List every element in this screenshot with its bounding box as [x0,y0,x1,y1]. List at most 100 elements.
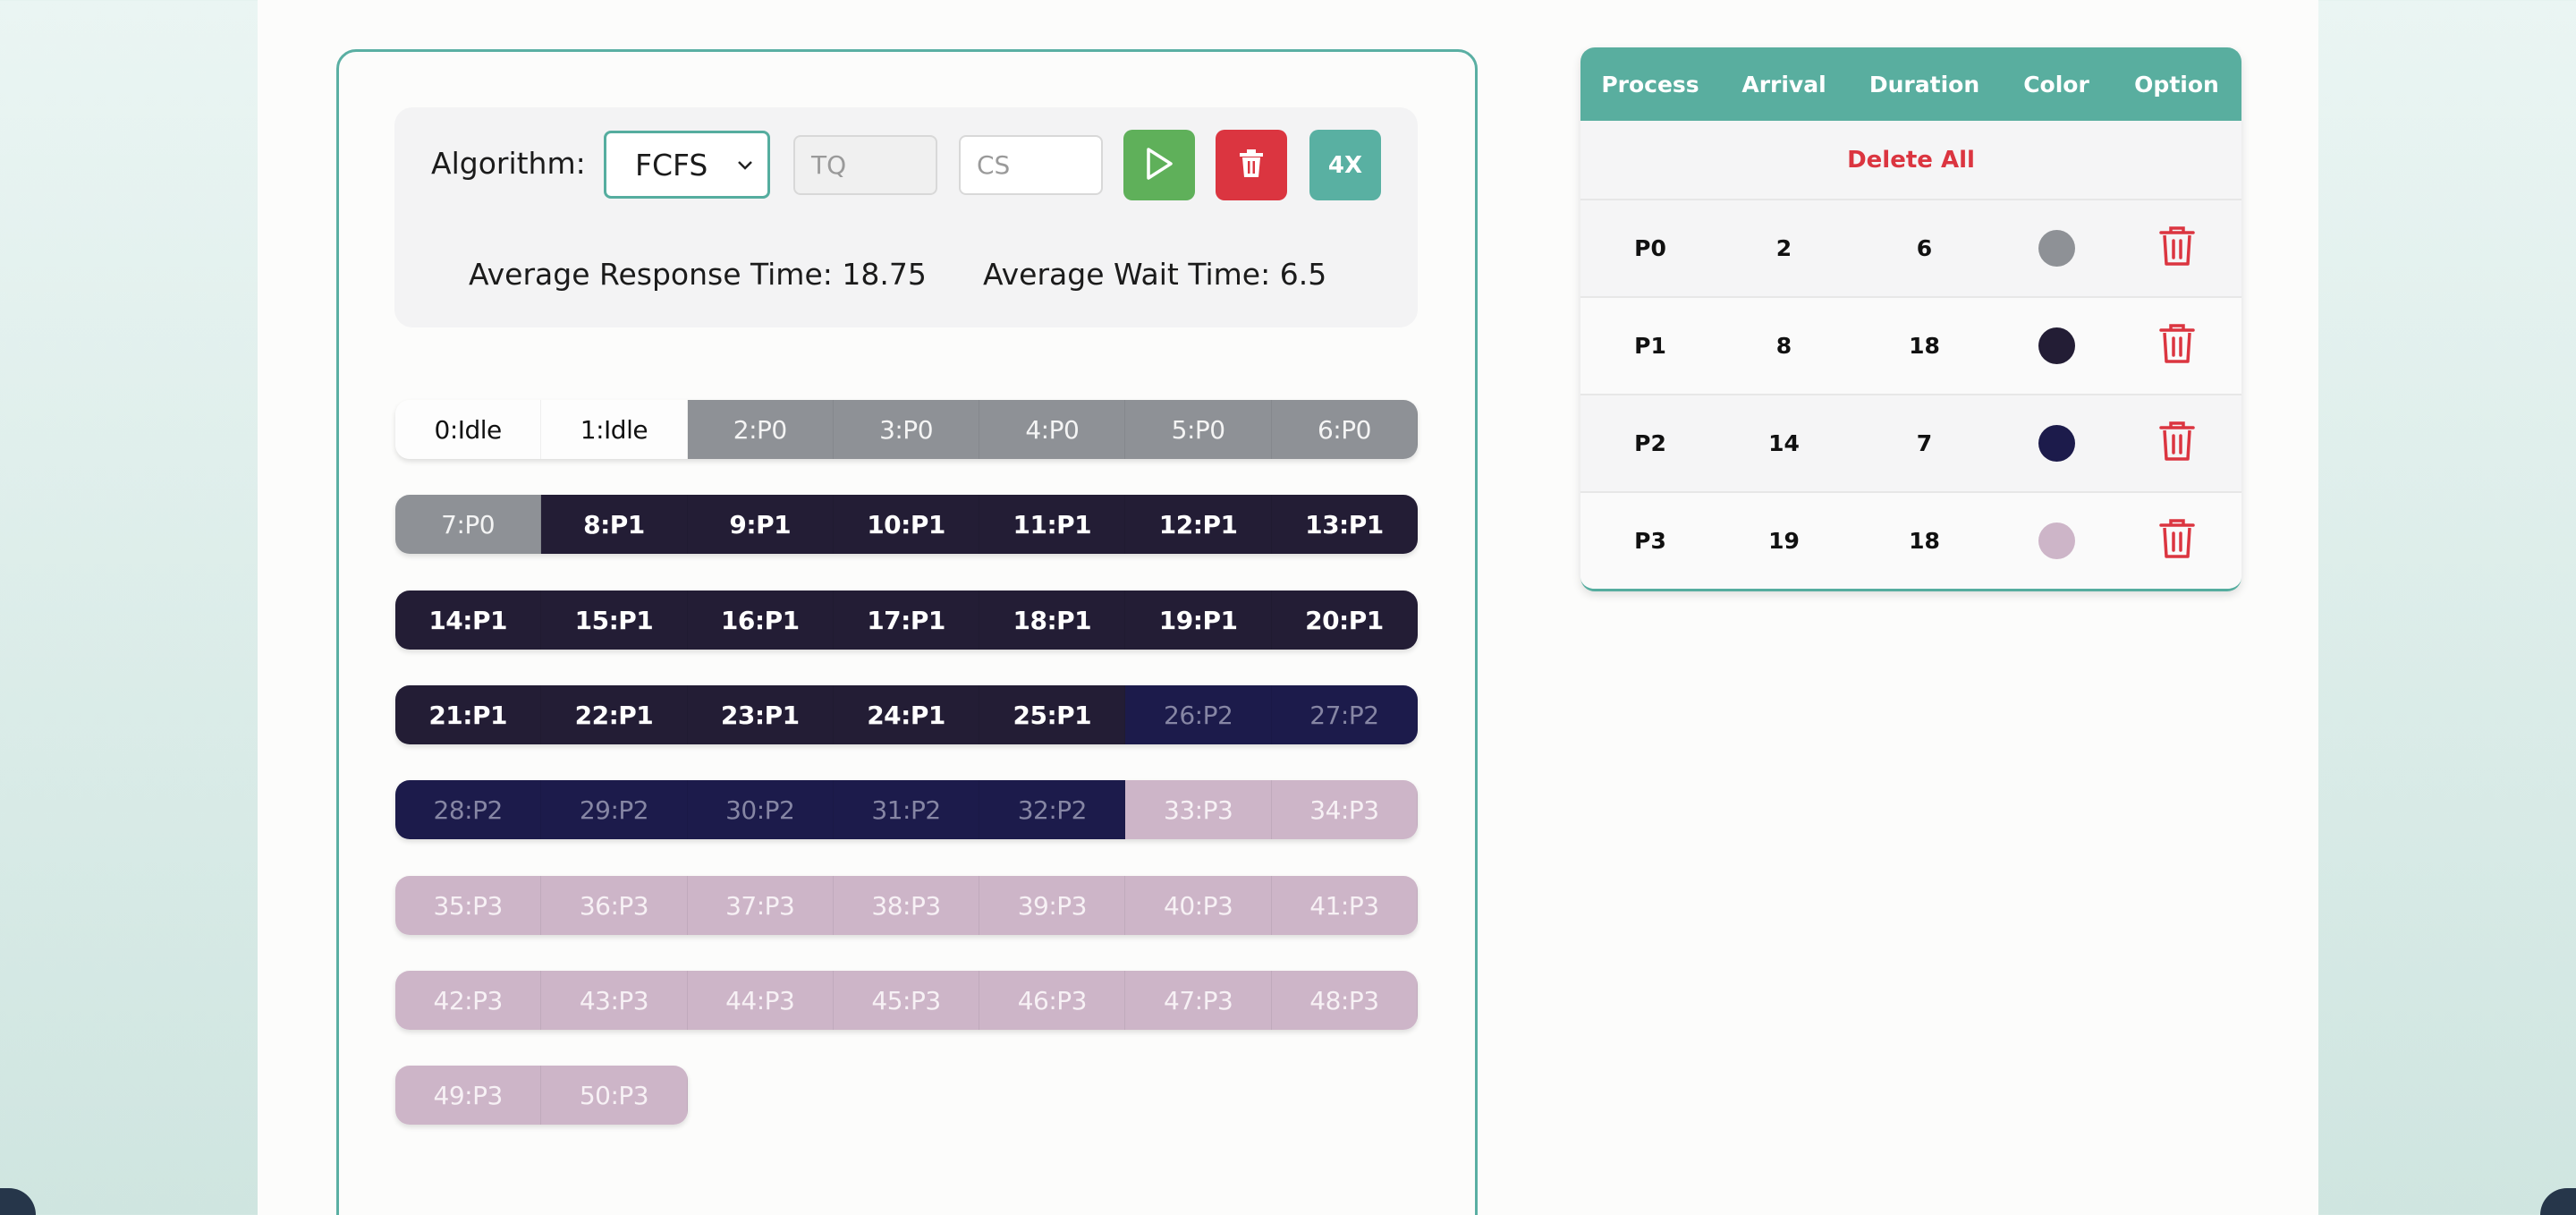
cs-input[interactable]: CS [959,135,1103,195]
timeline-cell: 27:P2 [1271,685,1419,744]
timeline-cell: 2:P0 [687,400,834,459]
color-cell [2001,425,2112,462]
table-row: P3 19 18 [1580,493,2241,589]
table-header: Process Arrival Duration Color Option [1580,47,2241,121]
duration-cell: 18 [1909,528,1940,554]
timeline-cell: 38:P3 [833,876,980,935]
delete-all-button[interactable]: Delete All [1847,147,1975,174]
timeline-row: 21:P1 22:P1 23:P1 24:P1 25:P1 26:P2 27:P2 [395,685,1419,744]
algorithm-select[interactable]: FCFS [604,131,770,199]
timeline-cell: 41:P3 [1271,876,1419,935]
timeline-cell: 40:P3 [1125,876,1272,935]
trash-icon [2158,518,2195,558]
duration-cell: 18 [1909,333,1940,359]
trash-icon [2158,421,2195,461]
header-arrival: Arrival [1741,71,1826,98]
timeline-cell: 16:P1 [687,591,834,650]
play-icon [1144,147,1174,184]
trash-icon [2158,225,2195,266]
timeline-cell: 48:P3 [1271,971,1419,1030]
process-cell: P2 [1634,430,1666,456]
arrival-cell: 19 [1768,528,1800,554]
timeline-cell: 28:P2 [395,780,542,839]
timeline-cell: 39:P3 [979,876,1126,935]
tq-input[interactable]: TQ [793,135,937,195]
timeline-cell: 15:P1 [541,591,688,650]
average-response-time: Average Response Time: 18.75 [469,257,927,292]
timeline-cell: 44:P3 [687,971,834,1030]
timeline-cell: 33:P3 [1125,780,1272,839]
timeline-cell: 11:P1 [979,495,1126,554]
option-cell [2112,517,2241,565]
timeline-cell: 36:P3 [541,876,688,935]
delete-process-button[interactable] [2157,225,2197,273]
timeline-cell: 9:P1 [687,495,834,554]
process-cell: P0 [1634,235,1666,261]
timeline-cell: 30:P2 [687,780,834,839]
option-cell [2112,420,2241,468]
timeline-cell: 0:Idle [395,400,542,459]
color-cell [2001,523,2112,559]
arrival-cell: 14 [1768,430,1800,456]
clear-button[interactable] [1216,130,1287,200]
delete-process-button[interactable] [2157,322,2197,370]
header-color: Color [2023,71,2089,98]
timeline-cell: 8:P1 [541,495,688,554]
arrival-cell: 8 [1775,333,1792,359]
table-body: P0 2 6 P1 8 18 P2 14 7 P3 19 18 [1580,200,2241,589]
timeline-cell: 29:P2 [541,780,688,839]
timeline-cell: 6:P0 [1271,400,1419,459]
trash-icon [1238,149,1265,183]
duration-cell: 7 [1916,430,1933,456]
timeline-cell: 23:P1 [687,685,834,744]
timeline-cell: 13:P1 [1271,495,1419,554]
background-corner-right [2540,1188,2576,1215]
color-swatch [2038,230,2075,267]
timeline-cell: 32:P2 [979,780,1126,839]
timeline-cell: 42:P3 [395,971,542,1030]
timeline-cell: 19:P1 [1125,591,1272,650]
option-cell [2112,322,2241,370]
timeline-row: 14:P1 15:P1 16:P1 17:P1 18:P1 19:P1 20:P1 [395,591,1419,650]
color-swatch [2038,327,2075,364]
trash-icon [2158,323,2195,363]
timeline-cell: 12:P1 [1125,495,1272,554]
timeline-cell: 35:P3 [395,876,542,935]
timeline-row: 49:P3 50:P3 [395,1066,688,1125]
timeline-row: 0:Idle 1:Idle 2:P0 3:P0 4:P0 5:P0 6:P0 [395,400,1419,459]
timeline-cell: 17:P1 [833,591,980,650]
timeline-cell: 45:P3 [833,971,980,1030]
delete-all-row: Delete All [1580,121,2241,200]
table-row: P0 2 6 [1580,200,2241,298]
timeline-cell: 5:P0 [1125,400,1272,459]
timeline-cell: 26:P2 [1125,685,1272,744]
header-process: Process [1601,71,1699,98]
header-duration: Duration [1868,71,1980,98]
timeline-cell: 3:P0 [833,400,980,459]
timeline-cell: 49:P3 [395,1066,542,1125]
table-row: P2 14 7 [1580,395,2241,493]
header-option: Option [2134,71,2219,98]
table-row: P1 8 18 [1580,298,2241,395]
background-corner-left [0,1188,36,1215]
timeline-cell: 4:P0 [979,400,1126,459]
timeline-cell: 25:P1 [979,685,1126,744]
duration-cell: 6 [1916,235,1933,261]
timeline-cell: 46:P3 [979,971,1126,1030]
timeline-row: 35:P3 36:P3 37:P3 38:P3 39:P3 40:P3 41:P3 [395,876,1419,935]
timeline-cell: 34:P3 [1271,780,1419,839]
timeline-row: 42:P3 43:P3 44:P3 45:P3 46:P3 47:P3 48:P3 [395,971,1419,1030]
process-cell: P3 [1634,528,1666,554]
play-button[interactable] [1123,130,1195,200]
speed-button[interactable]: 4X [1309,130,1381,200]
color-cell [2001,327,2112,364]
delete-process-button[interactable] [2157,420,2197,468]
color-swatch [2038,425,2075,462]
color-swatch [2038,523,2075,559]
delete-process-button[interactable] [2157,517,2197,565]
timeline-cell: 14:P1 [395,591,542,650]
chevron-down-icon [737,154,753,175]
timeline-cell: 10:P1 [833,495,980,554]
timeline-cell: 31:P2 [833,780,980,839]
process-cell: P1 [1634,333,1666,359]
